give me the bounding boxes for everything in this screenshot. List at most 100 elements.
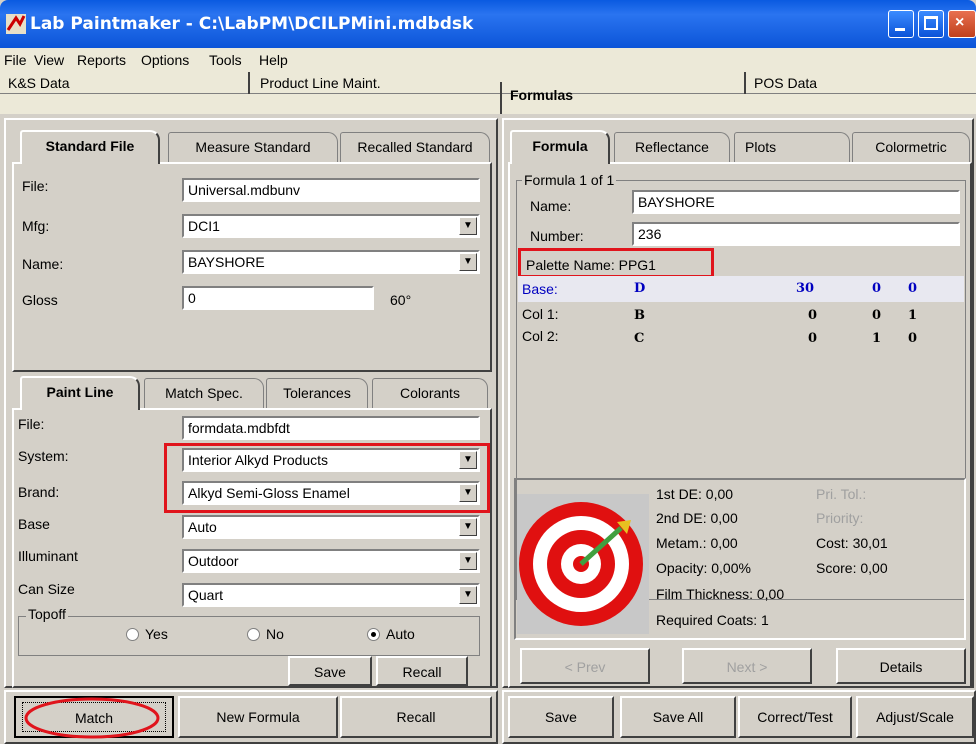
tab-match-spec[interactable]: Match Spec.	[144, 378, 264, 408]
correct-test-button[interactable]: Correct/Test	[738, 696, 852, 738]
tab-product-line-maint[interactable]: Product Line Maint.	[260, 75, 381, 91]
chevron-down-icon[interactable]: ▼	[459, 552, 477, 570]
stat-metam: Metam.: 0,00	[656, 535, 738, 551]
file-label: File:	[22, 178, 49, 194]
tab-tolerances[interactable]: Tolerances	[266, 378, 368, 408]
top-tab-strip: K&S Data Product Line Maint. Formulas PO…	[0, 72, 976, 114]
stat-de1: 1st DE: 0,00	[656, 486, 734, 502]
name-value: BAYSHORE	[188, 254, 265, 270]
menu-options[interactable]: Options	[141, 52, 189, 68]
paintline-save-button[interactable]: Save	[288, 656, 372, 686]
highlight-match-ellipse	[24, 697, 160, 739]
row-code: B	[634, 308, 645, 323]
topoff-auto-radio[interactable]	[367, 628, 380, 641]
gloss-field[interactable]: 0	[182, 286, 374, 310]
tab-standard-file[interactable]: Standard File	[20, 130, 160, 164]
app-icon	[6, 14, 26, 34]
save-all-button[interactable]: Save All	[620, 696, 736, 738]
tab-measure-standard[interactable]: Measure Standard	[168, 132, 338, 162]
formula-number-field[interactable]: 236	[632, 222, 960, 246]
mfg-label: Mfg:	[22, 218, 50, 234]
tab-colormetric[interactable]: Colormetric	[852, 132, 970, 162]
chevron-down-icon[interactable]: ▼	[459, 253, 477, 271]
menu-bar: File View Reports Options Tools Help	[0, 48, 976, 72]
formula-count: Formula 1 of 1	[522, 172, 617, 188]
brand-label: Brand:	[18, 484, 60, 500]
stat-score: Score: 0,00	[816, 560, 888, 576]
tab-colorants[interactable]: Colorants	[372, 378, 488, 408]
tab-plots[interactable]: Plots	[734, 132, 850, 162]
save-button[interactable]: Save	[508, 696, 614, 738]
row-code: C	[634, 331, 645, 346]
target-icon	[517, 494, 649, 634]
row-value-c: 0	[908, 281, 918, 296]
menu-file[interactable]: File	[4, 52, 27, 68]
tab-paint-line[interactable]: Paint Line	[20, 376, 140, 410]
stat-coats: Required Coats: 1	[656, 612, 769, 628]
can-size-value: Quart	[188, 587, 224, 603]
mfg-value: DCI1	[188, 218, 220, 234]
name-select[interactable]: BAYSHORE ▼	[182, 250, 480, 274]
chevron-down-icon[interactable]: ▼	[459, 217, 477, 235]
base-select[interactable]: Auto ▼	[182, 515, 480, 539]
minimize-button[interactable]	[888, 10, 914, 38]
mfg-select[interactable]: DCI1 ▼	[182, 214, 480, 238]
adjust-scale-button[interactable]: Adjust/Scale	[856, 696, 974, 738]
illuminant-value: Outdoor	[188, 553, 239, 569]
base-value: Auto	[188, 519, 217, 535]
chevron-down-icon[interactable]: ▼	[459, 518, 477, 536]
base-row-highlight	[518, 276, 964, 302]
paintline-recall-button[interactable]: Recall	[376, 656, 468, 686]
menu-help[interactable]: Help	[259, 52, 288, 68]
topoff-no-radio[interactable]	[247, 628, 260, 641]
illuminant-select[interactable]: Outdoor ▼	[182, 549, 480, 573]
formula-name-field[interactable]: BAYSHORE	[632, 190, 960, 214]
standard-file-field[interactable]: Universal.mdbunv	[182, 178, 480, 202]
row-value-b: 1	[872, 331, 882, 346]
row-value-c: 1	[908, 308, 918, 323]
row-value-a: 0	[808, 331, 818, 346]
close-icon: ×	[955, 14, 965, 31]
title-bar: Lab Paintmaker - C:\LabPM\DCILPMini.mdbd…	[0, 0, 976, 48]
close-button[interactable]: ×	[948, 10, 976, 38]
stat-opacity: Opacity: 0,00%	[656, 560, 751, 576]
row-code: D	[634, 281, 646, 296]
row-value-c: 0	[908, 331, 918, 346]
next-button[interactable]: Next >	[682, 648, 812, 684]
highlight-system-brand	[164, 443, 490, 513]
recall-button[interactable]: Recall	[340, 696, 492, 738]
details-button[interactable]: Details	[836, 648, 966, 684]
can-size-select[interactable]: Quart ▼	[182, 583, 480, 607]
formula-name-label: Name:	[530, 198, 572, 214]
pl-file-field[interactable]: formdata.mdbfdt	[182, 416, 480, 440]
illuminant-label: Illuminant	[18, 548, 78, 564]
prev-button[interactable]: < Prev	[520, 648, 650, 684]
system-label: System:	[18, 448, 69, 464]
menu-tools[interactable]: Tools	[209, 52, 242, 68]
menu-reports[interactable]: Reports	[77, 52, 126, 68]
gloss-angle: 60°	[390, 292, 412, 308]
tab-formulas[interactable]: Formulas	[510, 87, 573, 103]
tab-reflectance[interactable]: Reflectance	[614, 132, 730, 162]
topoff-label: Topoff	[26, 606, 68, 622]
menu-view[interactable]: View	[34, 52, 64, 68]
new-formula-button[interactable]: New Formula	[178, 696, 338, 738]
topoff-auto-label: Auto	[386, 626, 415, 642]
pl-file-label: File:	[18, 416, 45, 432]
formula-number-label: Number:	[530, 228, 584, 244]
tab-pos-data[interactable]: POS Data	[754, 75, 817, 91]
row-value-a: 0	[808, 308, 818, 323]
row-label: Col 1:	[522, 306, 559, 322]
topoff-no-label: No	[266, 626, 284, 642]
tab-formula[interactable]: Formula	[510, 130, 610, 164]
maximize-button[interactable]	[918, 10, 944, 38]
stat-de2: 2nd DE: 0,00	[656, 510, 738, 526]
highlight-palette-name	[518, 248, 714, 278]
row-value-b: 0	[872, 281, 882, 296]
name-label: Name:	[22, 256, 64, 272]
tab-recalled-standard[interactable]: Recalled Standard	[340, 132, 490, 162]
window-title: Lab Paintmaker - C:\LabPM\DCILPMini.mdbd…	[30, 14, 474, 34]
tab-ks-data[interactable]: K&S Data	[8, 75, 69, 91]
chevron-down-icon[interactable]: ▼	[459, 586, 477, 604]
topoff-yes-radio[interactable]	[126, 628, 139, 641]
